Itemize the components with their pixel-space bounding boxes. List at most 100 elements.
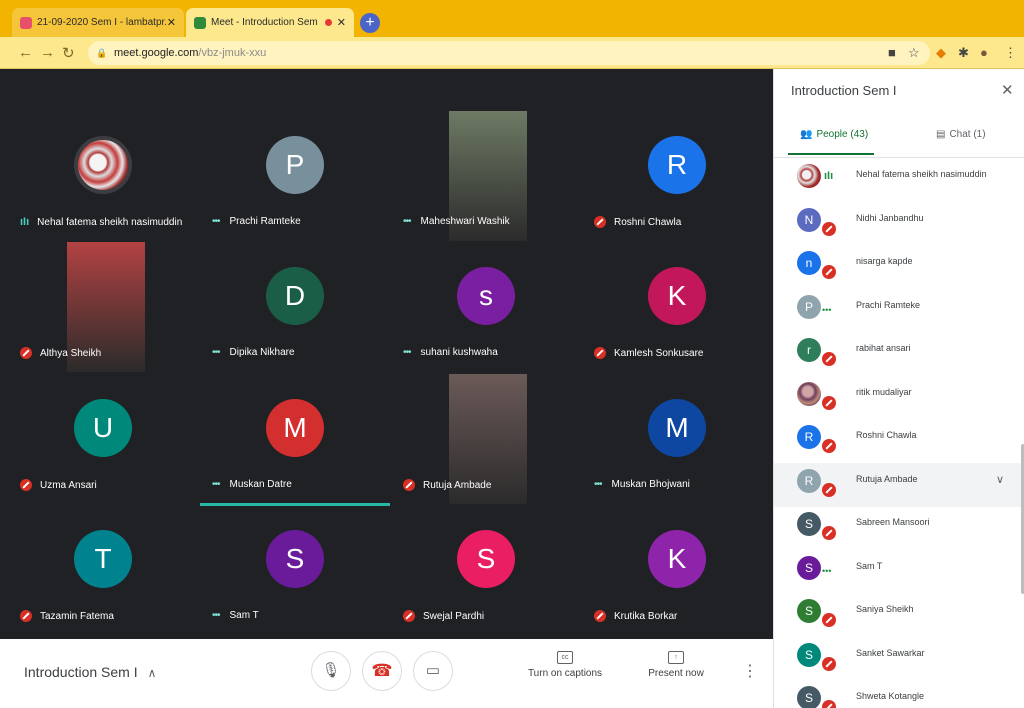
participant-name: Muskan Bhojwani: [611, 479, 690, 490]
participant-tile[interactable]: S ••• Sam T: [200, 505, 390, 635]
people-list-name: Nidhi Janbandhu: [856, 212, 924, 223]
captions-button[interactable]: cc Turn on captions: [520, 651, 610, 679]
participant-tile[interactable]: D ••• Dipika Nikhare: [200, 242, 390, 372]
people-list-item[interactable]: ıIı Nehal fatema sheikh nasimuddin: [774, 158, 1024, 202]
people-list-item[interactable]: n nisarga kapde: [774, 245, 1024, 289]
participant-tile[interactable]: M ••• Muskan Bhojwani: [582, 374, 772, 504]
participant-avatar: K: [648, 530, 706, 588]
camera-icon[interactable]: ■: [888, 45, 896, 60]
participant-tile[interactable]: T Tazamin Fatema: [8, 505, 198, 635]
participant-avatar: S: [797, 512, 821, 536]
close-panel-icon[interactable]: ✕: [1001, 81, 1014, 99]
hang-up-button[interactable]: ☎: [362, 651, 402, 691]
participant-tile[interactable]: S Swejal Pardhi: [391, 505, 581, 635]
people-list-item[interactable]: S ••• Sam T: [774, 550, 1024, 594]
participant-tile[interactable]: ••• Maheshwari Washik: [391, 111, 581, 241]
people-list-item[interactable]: S Sanket Sawarkar: [774, 637, 1024, 681]
participant-tile[interactable]: K Kamlesh Sonkusare: [582, 242, 772, 372]
audio-level-dots-icon: •••: [403, 216, 411, 227]
tab-chat[interactable]: ▤ Chat (1): [936, 129, 986, 140]
mic-muted-icon: [403, 610, 415, 622]
participant-tile[interactable]: ıIı Nehal fatema sheikh nasimuddin: [8, 111, 198, 241]
people-list-item[interactable]: R Rutuja Ambade ∨: [774, 462, 1024, 507]
participant-tile[interactable]: s ••• suhani kushwaha: [391, 242, 581, 372]
meeting-details-button[interactable]: Introduction Sem I ∧: [24, 664, 156, 680]
tab-people[interactable]: 👥 People (43): [800, 129, 868, 140]
people-list-name: Sam T: [856, 560, 883, 571]
bookmark-star-icon[interactable]: ☆: [908, 45, 920, 61]
participant-name-label: Kamlesh Sonkusare: [594, 347, 704, 359]
reload-icon[interactable]: ↻: [62, 44, 75, 62]
more-options-icon[interactable]: ⋮: [742, 661, 758, 681]
audio-level-dots-icon: •••: [212, 479, 220, 490]
participant-tile[interactable]: P ••• Prachi Ramteke: [200, 111, 390, 241]
browser-tab-meet[interactable]: Meet - Introduction Sem I ✕: [186, 8, 354, 37]
browser-menu-icon[interactable]: ⋮: [1004, 45, 1017, 61]
participant-avatar: S: [797, 686, 821, 708]
present-icon: ↑: [668, 651, 684, 664]
people-list: ıIı Nehal fatema sheikh nasimuddin N Nidhi …: [774, 158, 1024, 708]
participant-tile[interactable]: U Uzma Ansari: [8, 374, 198, 504]
active-tab-indicator: [788, 153, 874, 155]
mic-muted-icon: [594, 347, 606, 359]
meet-favicon-icon: [194, 16, 206, 29]
speaking-indicator-icon: ıIı: [20, 216, 30, 228]
mic-muted-icon: [822, 221, 836, 236]
people-list-name: nisarga kapde: [856, 256, 913, 266]
audio-level-dots-icon: •••: [403, 347, 411, 358]
profile-avatar[interactable]: ●: [980, 45, 988, 60]
phone-hangup-icon: ☎: [371, 661, 393, 680]
people-list-item[interactable]: N Nidhi Janbandhu: [774, 202, 1024, 246]
participant-name: Maheshwari Washik: [420, 216, 510, 227]
back-arrow-icon[interactable]: ←: [18, 44, 33, 61]
participant-name-label: ••• Prachi Ramteke: [212, 216, 301, 227]
participant-avatar: S: [797, 642, 821, 667]
present-now-button[interactable]: ↑ Present now: [631, 651, 721, 679]
captions-icon: cc: [557, 651, 573, 664]
new-tab-button[interactable]: +: [360, 13, 380, 33]
meeting-title: Introduction Sem I: [24, 664, 138, 680]
people-list-name: Prachi Ramteke: [856, 299, 921, 310]
participant-tile[interactable]: Althya Sheikh: [8, 242, 198, 372]
mic-muted-icon: [822, 656, 836, 671]
participant-avatar: T: [74, 530, 132, 588]
browser-tab-gmail[interactable]: 21-09-2020 Sem I - lambatpr... ✕: [12, 8, 184, 37]
participant-name-label: Uzma Ansari: [20, 479, 97, 491]
people-list-item[interactable]: S Saniya Sheikh: [774, 593, 1024, 637]
people-list-name: Nehal fatema sheikh nasimuddin: [856, 169, 987, 179]
close-tab-icon[interactable]: ✕: [337, 16, 346, 29]
people-list-item[interactable]: S Sabreen Mansoori: [774, 506, 1024, 550]
address-bar: ← → ↻ 🔒 meet.google.com /vbz-jmuk-xxu ■ …: [0, 37, 1024, 69]
participant-tile[interactable]: R Roshni Chawla: [582, 111, 772, 241]
mic-muted-icon: [20, 347, 32, 359]
participant-name: Swejal Pardhi: [423, 610, 485, 622]
participant-name-label: Krutika Borkar: [594, 610, 677, 622]
participant-tile[interactable]: Rutuja Ambade: [391, 374, 581, 504]
participant-avatar: s: [457, 267, 515, 325]
chevron-down-icon[interactable]: ∨: [996, 473, 1004, 486]
camera-button[interactable]: ▭: [413, 651, 453, 691]
extension-icon[interactable]: ◆: [936, 45, 946, 61]
participant-name-label: ••• Maheshwari Washik: [403, 216, 510, 227]
url-field[interactable]: 🔒 meet.google.com /vbz-jmuk-xxu: [88, 41, 930, 65]
recording-indicator-icon: [324, 19, 332, 26]
people-list-item[interactable]: r rabihat ansari: [774, 332, 1024, 376]
microphone-button[interactable]: 🎙: [311, 651, 351, 691]
people-list-item[interactable]: S Shweta Kotangle: [774, 680, 1024, 708]
participant-name: Prachi Ramteke: [229, 216, 301, 227]
extensions-puzzle-icon[interactable]: ✱: [958, 45, 969, 61]
captions-label: Turn on captions: [527, 668, 603, 679]
participant-tile[interactable]: K Krutika Borkar: [582, 505, 772, 635]
audio-level-dots-icon: •••: [822, 304, 832, 315]
people-list-item[interactable]: ritik mudaliyar: [774, 376, 1024, 420]
participant-tile[interactable]: M ••• Muskan Datre: [200, 374, 390, 504]
people-list-item[interactable]: R Roshni Chawla: [774, 419, 1024, 463]
mic-muted-icon: [822, 352, 836, 366]
participant-avatar: P: [266, 136, 324, 194]
participant-name-label: ••• suhani kushwaha: [403, 347, 498, 358]
participant-avatar: N: [797, 207, 821, 232]
close-tab-icon[interactable]: ✕: [167, 16, 176, 29]
people-list-item[interactable]: P ••• Prachi Ramteke: [774, 289, 1024, 333]
forward-arrow-icon[interactable]: →: [40, 44, 55, 61]
participant-avatar: M: [266, 399, 324, 457]
